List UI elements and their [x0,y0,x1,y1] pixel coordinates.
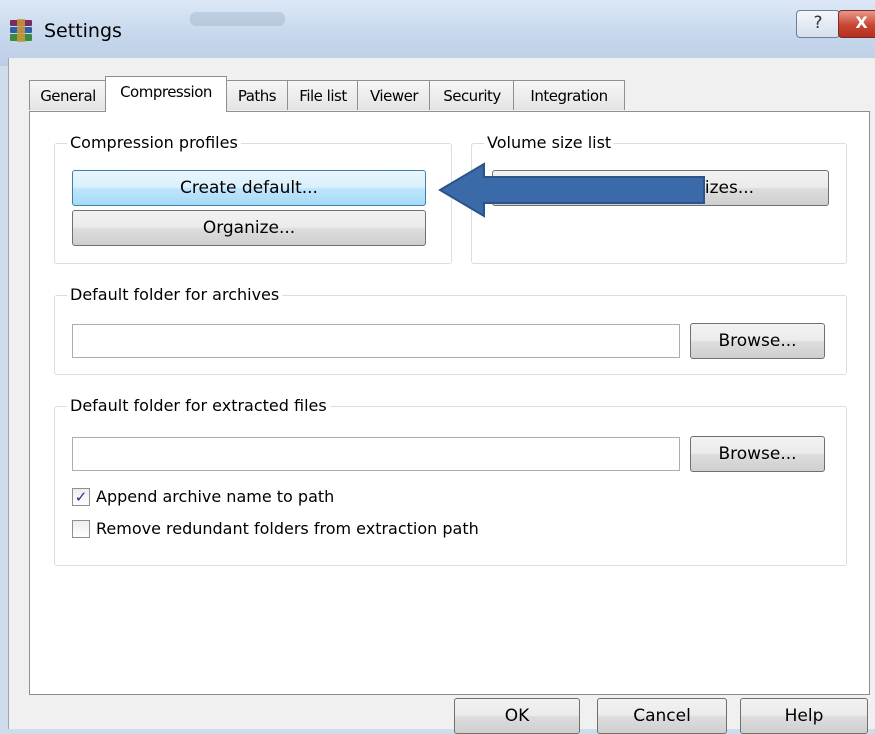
title-bar: Settings ? X [0,0,875,66]
create-default-button[interactable]: Create default... [72,170,426,206]
volume-size-list-label: Volume size list [484,132,615,154]
remove-redundant-folders-option[interactable]: Remove redundant folders from extraction… [72,517,672,541]
append-archive-name-option[interactable]: ✓ Append archive name to path [72,485,572,509]
tab-security[interactable]: Security [429,80,515,110]
append-archive-name-checkbox[interactable]: ✓ [72,488,90,506]
title-help-button[interactable]: ? [796,10,840,38]
append-archive-name-label: Append archive name to path [96,487,335,506]
archives-folder-label: Default folder for archives [67,284,283,306]
archives-folder-group: Default folder for archives Browse... [54,284,847,375]
tab-compression[interactable]: Compression [105,76,227,112]
tab-integration[interactable]: Integration [513,80,625,110]
archives-folder-input[interactable] [72,324,680,358]
compression-profiles-group: Compression profiles Create default... O… [54,132,452,264]
extracted-folder-group: Default folder for extracted files Brows… [54,395,847,566]
tab-general[interactable]: General [29,80,107,110]
remove-redundant-folders-checkbox[interactable] [72,520,90,538]
arrow-left-icon [438,162,708,223]
organize-button[interactable]: Organize... [72,210,426,246]
remove-redundant-folders-label: Remove redundant folders from extraction… [96,519,479,538]
tab-viewer[interactable]: Viewer [357,80,431,110]
archives-browse-button[interactable]: Browse... [690,323,825,359]
blurred-title-text [190,12,285,26]
close-button[interactable]: X [838,10,875,38]
extracted-folder-input[interactable] [72,437,680,471]
compression-profiles-label: Compression profiles [67,132,241,154]
settings-dialog: General Compression Paths File list View… [8,58,875,734]
winrar-books-icon [8,18,34,44]
extracted-folder-label: Default folder for extracted files [67,395,330,417]
tab-paths[interactable]: Paths [225,80,289,110]
window-title: Settings [44,20,122,42]
tab-file-list[interactable]: File list [287,80,359,110]
extracted-browse-button[interactable]: Browse... [690,436,825,472]
